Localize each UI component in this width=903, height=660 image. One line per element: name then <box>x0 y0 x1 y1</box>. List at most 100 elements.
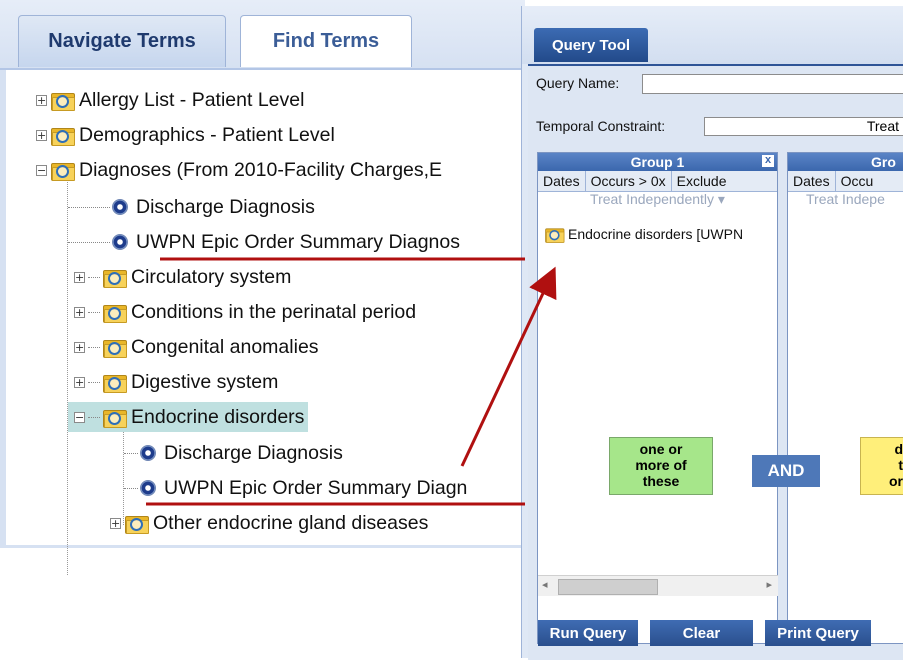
tab-find-terms[interactable]: Find Terms <box>240 15 412 67</box>
group-1-note: one or more of these <box>609 437 713 495</box>
tree-node-label: Conditions in the perinatal period <box>131 300 417 323</box>
tree-node-label: Other endocrine gland diseases <box>153 511 429 534</box>
group-1-toolbar: Dates Occurs > 0x Exclude <box>538 171 777 192</box>
tree-node-label: Circulatory system <box>131 265 292 288</box>
tree-node-congenital-anomalies[interactable]: + Congenital anomalies <box>74 334 319 360</box>
query-name-input[interactable] <box>642 74 903 94</box>
note-line: one or <box>639 441 683 457</box>
tree-connector <box>88 346 100 348</box>
term-leaf-icon <box>140 480 156 496</box>
expand-icon[interactable]: + <box>74 341 85 353</box>
tree-node-endocrine-disorders[interactable]: − Endocrine disorders <box>68 402 309 432</box>
collapse-icon[interactable]: − <box>74 411 85 423</box>
tree-node-label: Endocrine disorders <box>131 405 305 428</box>
tree-node-label: Allergy List - Patient Level <box>79 88 305 111</box>
group-1-horizontal-scrollbar[interactable]: ◂ ▸ <box>538 575 778 596</box>
folder-search-icon <box>124 513 149 534</box>
tree-node-uwpn-epic-order-summary[interactable]: UWPN Epic Order Summary Diagnos <box>68 229 460 255</box>
tree-node-digestive-system[interactable]: + Digestive system <box>74 369 278 395</box>
and-operator-button[interactable]: AND <box>752 455 820 487</box>
tree-node-discharge-diagnosis[interactable]: Discharge Diagnosis <box>68 194 315 220</box>
group-2-header: Gro <box>788 153 903 171</box>
tree-node-label: Digestive system <box>131 370 279 393</box>
tree-node-label: Diagnoses (From 2010-Facility Charges,E <box>79 158 443 181</box>
folder-search-icon <box>102 337 127 358</box>
note-line: d <box>894 441 903 457</box>
tree-node-uwpn-epic-order-summary-endocrine[interactable]: UWPN Epic Order Summary Diagn <box>124 475 467 501</box>
tree-node-allergy[interactable]: + Allergy List - Patient Level <box>36 87 304 113</box>
tree-connector <box>88 416 100 418</box>
tree-connector <box>68 241 110 243</box>
tree-node-label: Discharge Diagnosis <box>164 441 343 464</box>
tree-connector <box>88 276 100 278</box>
group-2-panel[interactable]: Gro Dates Occu Treat Indepe d t or <box>787 152 903 644</box>
expand-icon[interactable]: + <box>110 517 121 529</box>
tree-node-label: UWPN Epic Order Summary Diagn <box>164 476 468 499</box>
tree-connector <box>88 311 100 313</box>
query-name-label: Query Name: <box>536 75 620 91</box>
tree-node-diagnoses[interactable]: − Diagnoses (From 2010-Facility Charges,… <box>36 157 442 183</box>
query-tool-tab-strip: Query Tool <box>522 6 903 64</box>
run-query-button[interactable]: Run Query <box>538 620 638 646</box>
term-tree: + Allergy List - Patient Level + Demogra… <box>0 70 531 575</box>
group-1-item[interactable]: Endocrine disorders [UWPN <box>542 223 743 245</box>
term-navigator-panel: Navigate Terms Find Terms + Allergy List… <box>0 0 531 575</box>
expand-icon[interactable]: + <box>74 376 85 388</box>
dates-button[interactable]: Dates <box>538 171 586 191</box>
folder-search-icon <box>102 407 127 428</box>
folder-search-icon <box>544 226 565 243</box>
term-leaf-icon <box>112 234 128 250</box>
folder-search-icon <box>50 125 75 146</box>
group-1-panel[interactable]: Group 1 x Dates Occurs > 0x Exclude Trea… <box>537 152 778 644</box>
tree-node-perinatal-period[interactable]: + Conditions in the perinatal period <box>74 299 416 325</box>
group-1-header: Group 1 x <box>538 153 777 171</box>
collapse-icon[interactable]: − <box>36 164 47 176</box>
group-2-note: d t or <box>860 437 903 495</box>
scroll-right-icon[interactable]: ▸ <box>766 578 772 591</box>
term-leaf-icon <box>112 199 128 215</box>
scrollbar-thumb[interactable] <box>558 579 658 595</box>
folder-search-icon <box>50 160 75 181</box>
note-line: more of <box>635 457 687 473</box>
group-2-toolbar: Dates Occu <box>788 171 903 192</box>
tree-node-demographics[interactable]: + Demographics - Patient Level <box>36 122 335 148</box>
query-tool-window: Query Tool Query Name: Temporal Constrai… <box>521 6 903 660</box>
scroll-left-icon[interactable]: ◂ <box>542 578 548 591</box>
close-icon[interactable]: x <box>762 155 774 167</box>
tree-node-other-endocrine-gland-diseases[interactable]: + Other endocrine gland diseases <box>110 510 428 536</box>
occurs-button[interactable]: Occu <box>836 171 879 191</box>
expand-icon[interactable]: + <box>74 306 85 318</box>
print-query-button[interactable]: Print Query <box>765 620 871 646</box>
folder-search-icon <box>50 90 75 111</box>
group-item-label: Endocrine disorders [UWPN <box>568 226 744 242</box>
note-line: or <box>889 473 903 489</box>
note-line: these <box>642 473 680 489</box>
tab-navigate-terms[interactable]: Navigate Terms <box>18 15 226 67</box>
dates-button[interactable]: Dates <box>788 171 836 191</box>
treat-independently-select[interactable]: Treat Independently ▾ <box>538 192 777 208</box>
term-leaf-icon <box>140 445 156 461</box>
occurs-button[interactable]: Occurs > 0x <box>586 171 672 191</box>
treat-independently-select[interactable]: Treat Indepe <box>788 192 903 208</box>
expand-icon[interactable]: + <box>74 271 85 283</box>
exclude-button[interactable]: Exclude <box>672 171 732 191</box>
tab-query-tool[interactable]: Query Tool <box>534 28 648 62</box>
expand-icon[interactable]: + <box>36 129 47 141</box>
temporal-constraint-select[interactable]: Treat <box>704 117 903 136</box>
folder-search-icon <box>102 372 127 393</box>
expand-icon[interactable]: + <box>36 94 47 106</box>
tree-node-label: Discharge Diagnosis <box>136 195 315 218</box>
group-1-title: Group 1 <box>630 154 685 170</box>
group-2-title: Gro <box>871 154 896 170</box>
tree-node-label: UWPN Epic Order Summary Diagnos <box>136 230 460 253</box>
tree-node-discharge-diagnosis-endocrine[interactable]: Discharge Diagnosis <box>124 440 343 466</box>
tree-connector <box>68 206 110 208</box>
folder-search-icon <box>102 267 127 288</box>
clear-button[interactable]: Clear <box>650 620 753 646</box>
tree-node-label: Demographics - Patient Level <box>79 123 335 146</box>
term-tab-strip: Navigate Terms Find Terms <box>0 0 525 70</box>
tree-node-label: Congenital anomalies <box>131 335 319 358</box>
tree-node-circulatory-system[interactable]: + Circulatory system <box>74 264 291 290</box>
folder-search-icon <box>102 302 127 323</box>
note-line: t <box>898 457 903 473</box>
